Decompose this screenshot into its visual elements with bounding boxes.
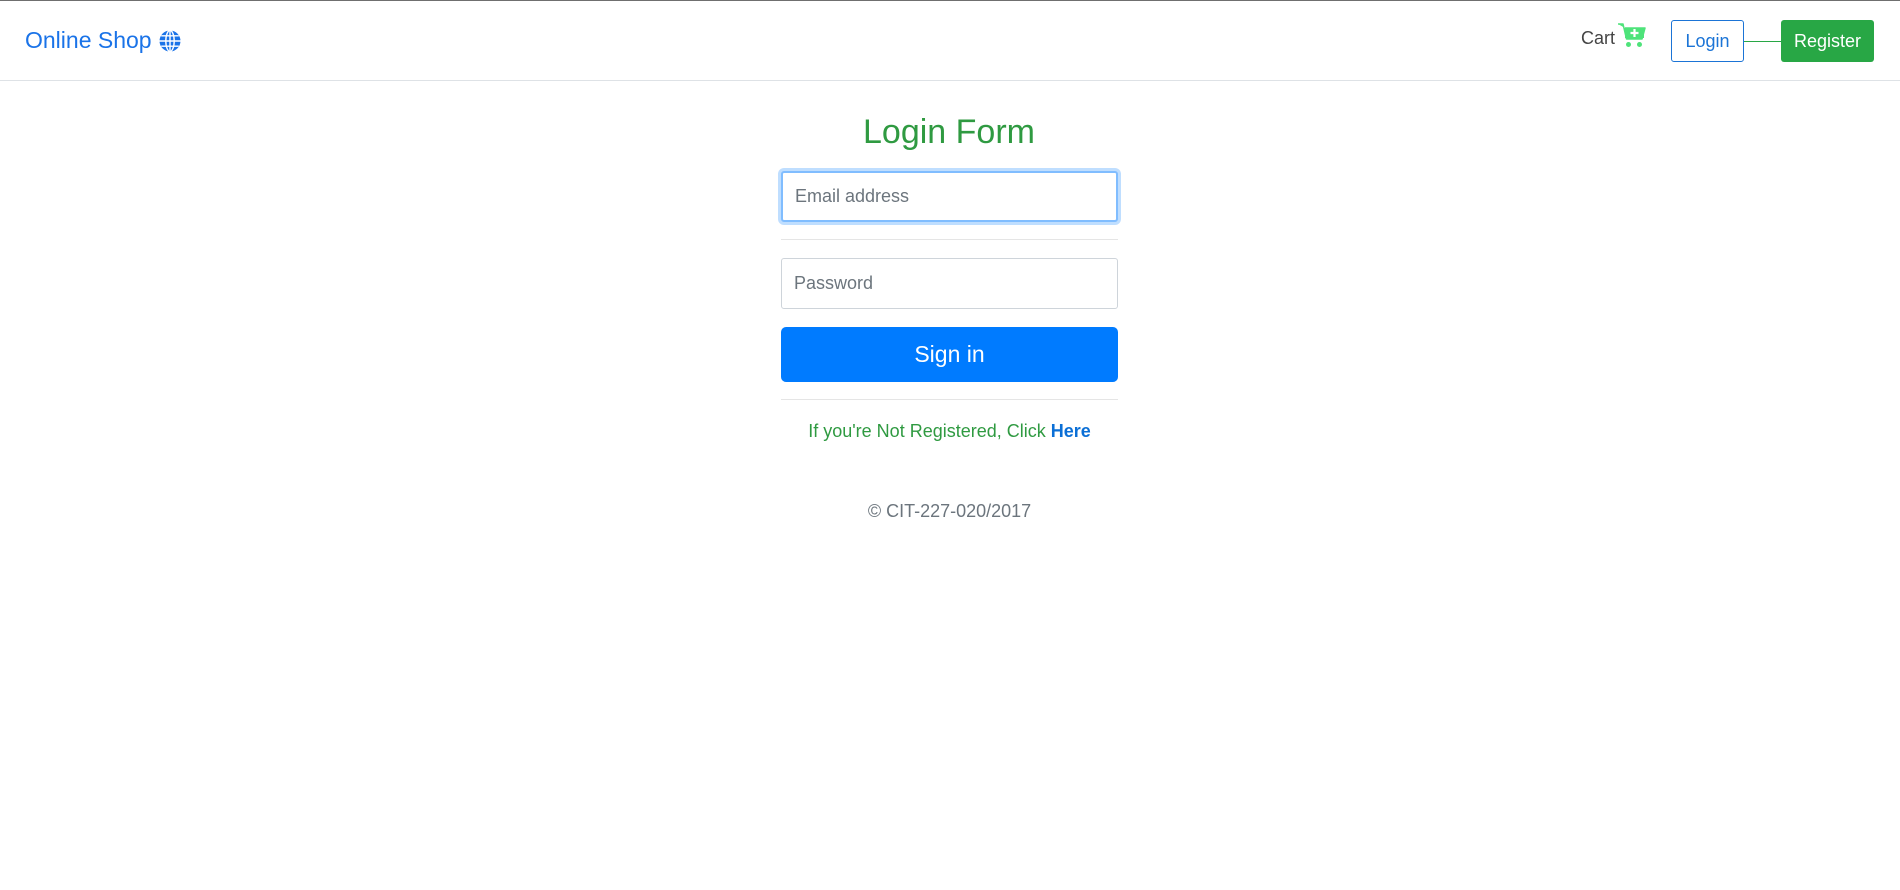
- divider: [781, 399, 1118, 400]
- brand-link[interactable]: Online Shop: [25, 27, 182, 54]
- cart-link[interactable]: Cart: [1581, 23, 1647, 49]
- cart-label: Cart: [1581, 27, 1616, 48]
- email-input[interactable]: [781, 171, 1118, 222]
- sign-in-button[interactable]: Sign in: [781, 327, 1118, 382]
- login-button[interactable]: Login: [1671, 20, 1744, 62]
- register-button[interactable]: Register: [1781, 20, 1874, 62]
- nav-connector-line: [1744, 41, 1781, 42]
- brand-label: Online Shop: [25, 27, 152, 53]
- cart-plus-icon: [1617, 21, 1647, 49]
- divider: [781, 239, 1118, 240]
- register-prompt-text: If you're Not Registered, Click: [808, 421, 1051, 441]
- footer-copyright: © CIT-227-020/2017: [867, 501, 1032, 521]
- form-title: Login Form: [863, 113, 1035, 151]
- navbar: Online Shop Cart Login Register: [0, 1, 1900, 81]
- password-input[interactable]: [781, 258, 1118, 309]
- register-here-link[interactable]: Here: [1051, 421, 1091, 441]
- globe-icon: [158, 29, 182, 53]
- register-prompt: If you're Not Registered, Click Here: [781, 421, 1118, 442]
